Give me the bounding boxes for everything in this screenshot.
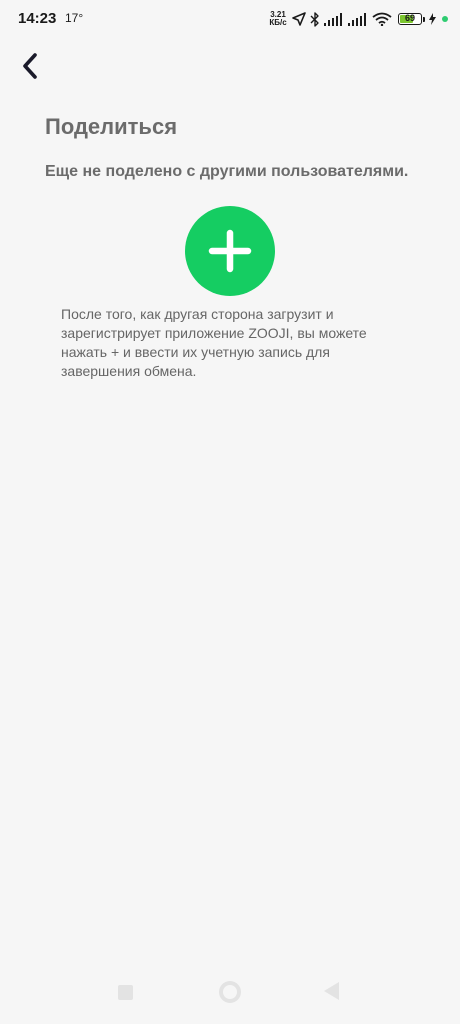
battery-level: 69 xyxy=(404,13,415,23)
plus-icon xyxy=(208,229,252,273)
back-button[interactable] xyxy=(12,48,48,84)
network-speed: 3.21 КБ/с xyxy=(268,11,288,27)
status-temperature: 17° xyxy=(65,11,84,25)
recents-button[interactable] xyxy=(118,985,133,1000)
chevron-left-icon xyxy=(23,53,37,79)
battery-icon: 69 xyxy=(398,13,422,25)
location-icon xyxy=(292,12,306,26)
wifi-icon xyxy=(372,12,392,26)
battery-tip xyxy=(423,16,425,22)
home-button[interactable] xyxy=(219,981,241,1003)
notification-dot xyxy=(442,16,448,22)
signal-icon xyxy=(324,12,342,26)
empty-share-message: Еще не поделено с другими пользователями… xyxy=(45,163,409,180)
share-instructions: После того, как другая сторона загрузит … xyxy=(61,306,367,379)
system-back-button[interactable] xyxy=(324,982,339,1000)
bluetooth-icon xyxy=(310,11,319,27)
status-time: 14:23 xyxy=(18,10,57,27)
network-speed-unit: КБ/с xyxy=(269,18,287,27)
status-bar: 14:23 17° 3.21 КБ/с 69 xyxy=(0,0,460,38)
charging-icon xyxy=(429,13,436,25)
navigation-bar xyxy=(0,968,460,1024)
page-title: Поделиться xyxy=(45,114,178,139)
add-share-button[interactable] xyxy=(185,206,275,296)
signal-icon xyxy=(348,12,366,26)
status-icons: 3.21 КБ/с 69 xyxy=(268,9,448,29)
